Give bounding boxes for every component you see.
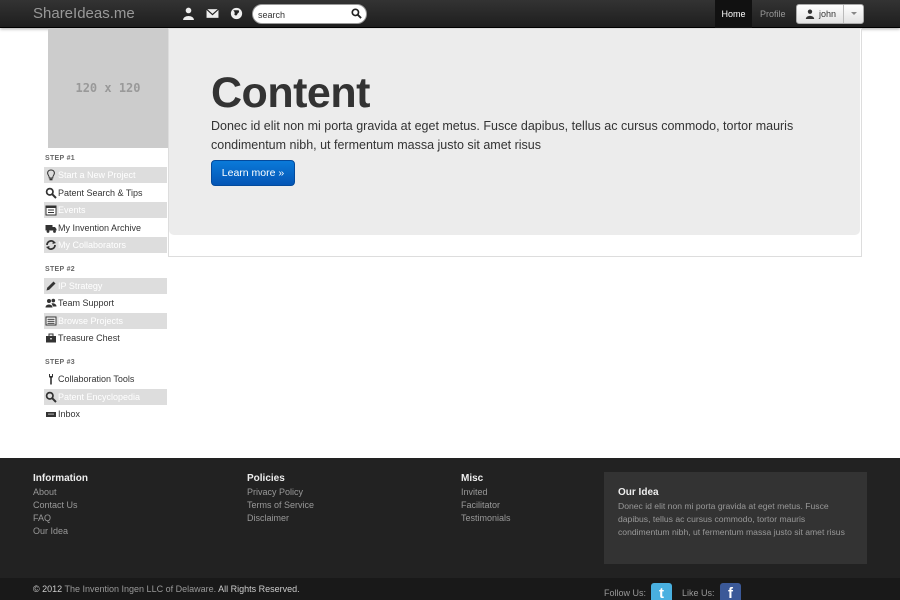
footer-link-about[interactable]: About [33, 486, 88, 499]
footer-column-misc: Misc Invited Facilitator Testimonials [461, 473, 511, 525]
top-navbar: ShareIdeas.me Home Profile john [0, 0, 900, 28]
step-2-heading: STEP #2 [45, 266, 75, 273]
truck-icon [45, 225, 57, 233]
follow-us-label: Follow Us: [604, 588, 647, 598]
inbox-icon [46, 412, 56, 417]
footer-link-testimonials[interactable]: Testimonials [461, 512, 511, 525]
mail-icon[interactable] [206, 7, 219, 20]
sidebar-item-label: Treasure Chest [58, 333, 120, 343]
wrench-icon [49, 374, 53, 385]
footer-link-contact[interactable]: Contact Us [33, 499, 88, 512]
footer-column-title: Misc [461, 473, 484, 484]
twitter-icon[interactable]: t [651, 583, 672, 600]
search-icon [45, 391, 57, 403]
sidebar-item-events[interactable]: Events [44, 202, 167, 218]
sidebar-item-label: Team Support [58, 298, 115, 308]
like-us-label: Like Us: [682, 588, 715, 598]
hero-text: Donec id elit non mi porta gravida at eg… [211, 119, 794, 152]
calendar-icon [45, 205, 57, 216]
sidebar-item-start-new-project[interactable]: Start a New Project [44, 167, 167, 183]
sidebar-item-label: Events [58, 205, 86, 215]
user-menu-button: john [796, 4, 864, 24]
sidebar-item-inbox[interactable]: Inbox [44, 406, 167, 422]
person-icon[interactable] [182, 7, 195, 20]
step-3-heading: STEP #3 [45, 359, 75, 366]
hero-unit: Content Donec id elit non mi porta gravi… [169, 29, 860, 235]
nav-profile-link[interactable]: Profile [760, 0, 786, 28]
sidebar-item-treasure-chest[interactable]: Treasure Chest [44, 330, 167, 346]
refresh-icon [46, 240, 56, 250]
footer-link-facilitator[interactable]: Facilitator [461, 499, 511, 512]
footer: Information About Contact Us FAQ Our Ide… [0, 458, 900, 578]
our-idea-title: Our Idea [618, 487, 659, 498]
group-icon [45, 298, 57, 308]
our-idea-text: Donec id elit non mi porta gravida at eg… [618, 501, 845, 537]
sidebar-item-invention-archive[interactable]: My Invention Archive [44, 220, 167, 236]
footer-link-disclaimer[interactable]: Disclaimer [247, 512, 314, 525]
sidebar-item-team-support[interactable]: Team Support [44, 295, 167, 311]
sidebar-item-label: Inbox [58, 409, 81, 419]
globe-icon[interactable] [230, 7, 243, 20]
sidebar-item-browse-projects[interactable]: Browse Projects [44, 313, 167, 329]
footer-column-information: Information About Contact Us FAQ Our Ide… [33, 473, 88, 538]
sidebar-item-ip-strategy[interactable]: IP Strategy [44, 278, 167, 294]
copyright-prefix: © 2012 [33, 584, 63, 594]
list-icon [45, 316, 57, 326]
copyright-text: © 2012 The Invention Ingen LLC of Delawa… [33, 584, 300, 594]
brand-logo[interactable]: ShareIdeas.me [33, 5, 135, 22]
search-icon [45, 187, 57, 199]
footer-link-faq[interactable]: FAQ [33, 512, 88, 525]
hero-title: Content [211, 69, 370, 117]
footer-link-invited[interactable]: Invited [461, 486, 511, 499]
sidebar-item-label: My Collaborators [58, 240, 127, 250]
user-icon [805, 9, 815, 19]
sidebar-item-label: Collaboration Tools [58, 374, 135, 384]
footer-link-our-idea[interactable]: Our Idea [33, 525, 88, 538]
sidebar-item-label: Patent Encyclopedia [58, 392, 141, 402]
hero-container: Content Donec id elit non mi porta gravi… [168, 28, 862, 257]
briefcase-icon [46, 333, 56, 343]
copyright-owner-link[interactable]: The Invention Ingen LLC of Delaware. [65, 584, 217, 594]
our-idea-panel: Our Idea Donec id elit non mi porta grav… [604, 472, 867, 564]
footer-link-privacy[interactable]: Privacy Policy [247, 486, 314, 499]
profile-thumbnail-placeholder: 120 x 120 [48, 28, 168, 148]
lightbulb-icon [47, 169, 55, 181]
sidebar-item-label: Browse Projects [58, 316, 124, 326]
footer-link-terms[interactable]: Terms of Service [247, 499, 314, 512]
sidebar-item-label: Start a New Project [58, 170, 136, 180]
sidebar-item-collaboration-tools[interactable]: Collaboration Tools [44, 371, 167, 387]
chevron-down-icon[interactable] [843, 5, 863, 23]
pencil-icon [46, 281, 56, 291]
copyright-bar: © 2012 The Invention Ingen LLC of Delawa… [0, 578, 900, 600]
sidebar-item-patent-encyclopedia[interactable]: Patent Encyclopedia [44, 389, 167, 405]
footer-column-title: Policies [247, 473, 285, 484]
sidebar-item-label: Patent Search & Tips [58, 188, 143, 198]
learn-more-button[interactable]: Learn more » [211, 160, 295, 186]
nav-home-link[interactable]: Home [715, 0, 752, 28]
sidebar-item-label: My Invention Archive [58, 223, 142, 233]
search-input[interactable] [258, 7, 350, 22]
search-box [252, 4, 367, 24]
search-icon[interactable] [351, 8, 362, 19]
step-1-heading: STEP #1 [45, 155, 75, 162]
footer-column-title: Information [33, 473, 88, 484]
facebook-icon[interactable]: f [720, 583, 741, 600]
sidebar-item-patent-search[interactable]: Patent Search & Tips [44, 185, 167, 201]
sidebar-item-label: IP Strategy [58, 281, 103, 291]
copyright-suffix: All Rights Reserved. [218, 584, 300, 594]
user-name: john [819, 9, 837, 19]
footer-column-policies: Policies Privacy Policy Terms of Service… [247, 473, 314, 525]
sidebar-item-collaborators[interactable]: My Collaborators [44, 237, 167, 253]
user-button[interactable]: john [797, 5, 843, 23]
